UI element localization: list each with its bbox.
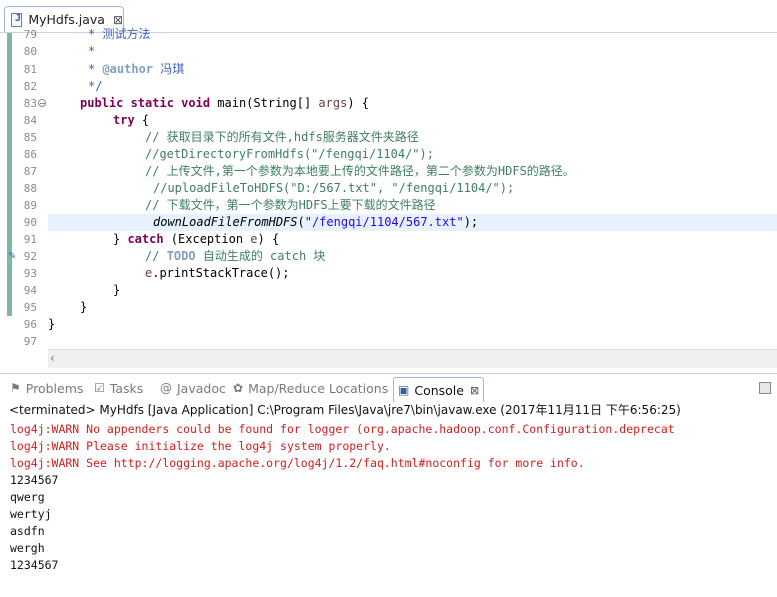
line-number: 82 xyxy=(23,80,37,93)
view-tab-bar: ⚑ Problems ☑ Tasks @ Javadoc ✿ Map/Reduc… xyxy=(0,373,777,403)
code-line-93: e.printStackTrace(); xyxy=(145,265,290,282)
code-line-80: * xyxy=(88,44,96,58)
line-number: 92 xyxy=(23,250,37,263)
close-icon[interactable]: ⊠ xyxy=(113,13,123,27)
line-number: 84 xyxy=(23,114,37,127)
todo-tag: TODO xyxy=(166,249,196,263)
console-line: 1234567 xyxy=(10,473,59,487)
code-line-92: // TODO 自动生成的 catch 块 xyxy=(145,248,325,265)
code-line-89: // 下载文件，第一个参数为HDFS上要下载的文件路径 xyxy=(145,198,436,212)
tasks-icon: ☑ xyxy=(94,381,105,395)
line-number: 85 xyxy=(23,131,37,144)
line-number: 90 xyxy=(23,216,37,229)
comment: // xyxy=(145,249,167,263)
code-text: main(String[] xyxy=(210,96,319,110)
string-literal: "/fengqi/1104/567.txt" xyxy=(304,215,464,229)
tab-problems[interactable]: ⚑ Problems xyxy=(10,378,83,398)
line-number: 94 xyxy=(23,284,37,297)
code-line-85: // 获取目录下的所有文件,hdfs服务器文件夹路径 xyxy=(145,130,419,144)
horizontal-scrollbar[interactable]: ‹ xyxy=(48,349,777,368)
tab-mapreduce-locations[interactable]: ✿ Map/Reduce Locations xyxy=(233,378,388,398)
console-line: wergh xyxy=(10,541,45,555)
line-number: 81 xyxy=(23,63,37,76)
code-text: ); xyxy=(463,215,479,229)
line-number: 97 xyxy=(23,335,37,348)
console-line: qwerg xyxy=(10,490,45,504)
tab-javadoc[interactable]: @ Javadoc xyxy=(160,378,226,398)
keyword: try xyxy=(113,113,135,127)
variable: e xyxy=(250,232,258,246)
console-line: wertyj xyxy=(10,507,52,521)
line-number: 95 xyxy=(23,301,37,314)
keyword: public static void xyxy=(80,96,211,110)
code-line-81: * @author 冯琪 xyxy=(88,62,185,76)
console-line: log4j:WARN Please initialize the log4j s… xyxy=(10,439,391,453)
line-number: 83 xyxy=(23,97,37,110)
line-number: 91 xyxy=(23,233,37,246)
code-text: ) { xyxy=(347,96,370,110)
line-number: 93 xyxy=(23,267,37,280)
javadoc-icon: @ xyxy=(160,381,172,395)
java-file-icon xyxy=(11,12,23,27)
code-line-87: // 上传文件,第一个参数为本地要上传的文件路径，第二个参数为HDFS的路径。 xyxy=(145,164,575,178)
tab-problems-label: Problems xyxy=(25,380,84,396)
tab-console-label: Console xyxy=(414,382,464,398)
code-line-90: downLoadFileFromHDFS("/fengqi/1104/567.t… xyxy=(153,214,478,231)
code-line-96: } xyxy=(48,317,56,331)
console-line: asdfn xyxy=(10,524,45,538)
editor-tab-label: MyHdfs.java xyxy=(28,12,105,27)
code-line-86: //getDirectoryFromHdfs("/fengqi/1104/"); xyxy=(145,147,434,161)
line-number: 80 xyxy=(23,45,37,58)
tab-tasks-label: Tasks xyxy=(109,380,144,396)
close-icon[interactable]: ⊠ xyxy=(470,384,479,397)
console-line: 1234567 xyxy=(10,558,59,572)
problems-icon: ⚑ xyxy=(10,381,21,395)
code-line-95: } xyxy=(80,300,88,314)
line-number: 86 xyxy=(23,148,37,161)
console-icon: ▣ xyxy=(398,383,410,397)
line-number: 79 xyxy=(23,28,37,41)
console-status: <terminated> MyHdfs [Java Application] C… xyxy=(9,403,681,417)
code-text: ) { xyxy=(257,232,280,246)
code-text: } xyxy=(113,232,128,246)
tab-console[interactable]: ▣ Console ⊠ xyxy=(393,377,485,402)
console-line: log4j:WARN No appenders could be found f… xyxy=(10,422,675,436)
code-text: { xyxy=(134,113,150,127)
line-number: 89 xyxy=(23,199,37,212)
keyword: catch xyxy=(127,232,164,246)
tab-tasks[interactable]: ☑ Tasks xyxy=(94,378,143,398)
line-number: 96 xyxy=(23,318,37,331)
minimize-icon[interactable] xyxy=(759,382,771,394)
fold-collapse-icon[interactable]: − xyxy=(38,99,46,108)
code-line-82: */ xyxy=(88,79,103,93)
tab-javadoc-label: Javadoc xyxy=(177,380,226,396)
code-text: ( xyxy=(297,215,305,229)
code-text: .printStackTrace(); xyxy=(152,266,290,280)
console-line: log4j:WARN See http://logging.apache.org… xyxy=(10,456,585,470)
variable: args xyxy=(318,96,348,110)
code-line-84: try { xyxy=(113,112,149,129)
method-call: downLoadFileFromHDFS xyxy=(153,215,298,229)
elephant-icon: ✿ xyxy=(233,381,244,395)
line-number: 88 xyxy=(23,182,37,195)
code-line-94: } xyxy=(113,283,121,297)
line-number: 87 xyxy=(23,165,37,178)
javadoc-text: 冯琪 xyxy=(153,62,185,76)
code-editor[interactable]: ✎ 79 80 81 82 83 84 85 86 87 88 89 90 91… xyxy=(0,27,777,368)
scroll-left-icon[interactable]: ‹ xyxy=(50,351,55,365)
code-line-91: } catch (Exception e) { xyxy=(113,231,279,248)
tab-mapreduce-label: Map/Reduce Locations xyxy=(248,380,389,396)
code-line-88: //uploadFileToHDFS("D:/567.txt", "/fengq… xyxy=(153,181,515,195)
javadoc-tag: @author xyxy=(102,62,154,76)
change-ruler xyxy=(7,33,12,316)
comment: 自动生成的 catch 块 xyxy=(195,249,326,263)
code-text: (Exception xyxy=(163,232,251,246)
code-line-79: * 测试方法 xyxy=(88,27,151,41)
console-output[interactable]: <terminated> MyHdfs [Java Application] C… xyxy=(0,402,777,597)
code-line-83: public static void main(String[] args) { xyxy=(80,95,369,112)
